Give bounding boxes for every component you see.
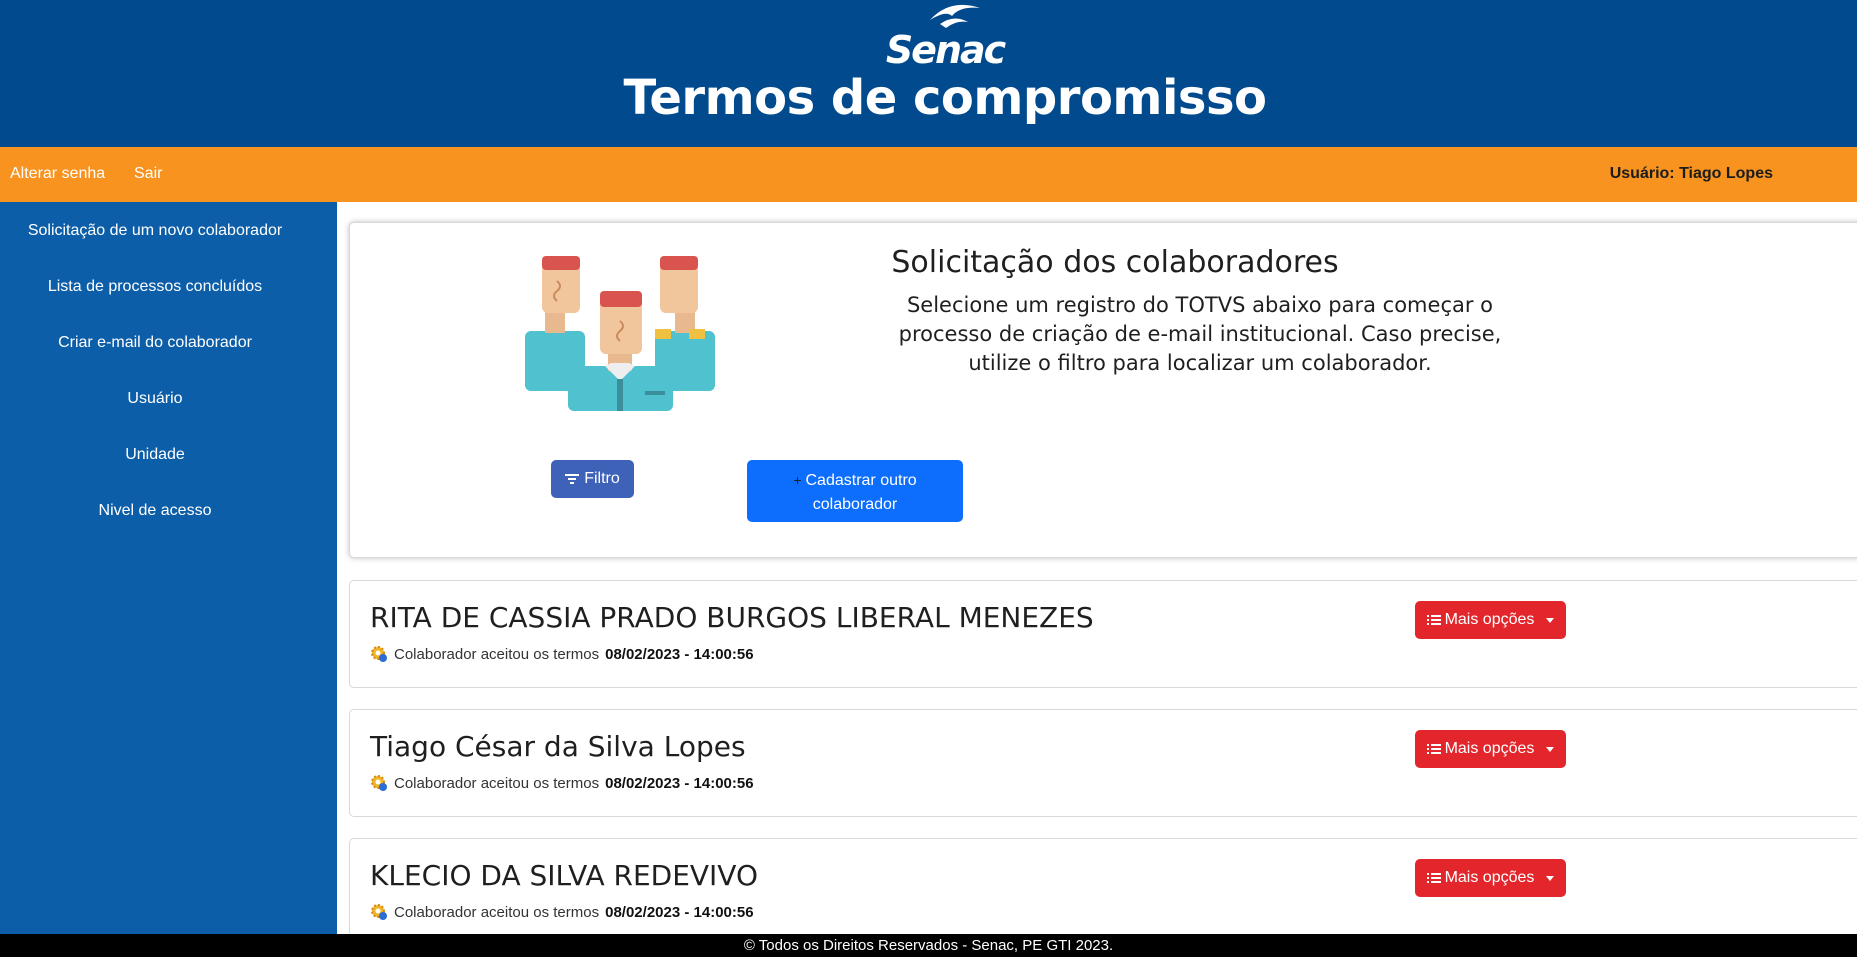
- more-options-button[interactable]: Mais opções: [1415, 601, 1566, 639]
- plus-icon: +: [793, 472, 802, 488]
- sidebar-item-new-collaborator[interactable]: Solicitação de um novo colaborador: [0, 222, 310, 240]
- caret-down-icon: [1546, 875, 1555, 881]
- record-card: KLECIO DA SILVA REDEVIVO Colaborador ace…: [349, 838, 1857, 946]
- sidebar-item-unit[interactable]: Unidade: [0, 446, 310, 464]
- record-status-text: Colaborador aceitou os termos: [394, 645, 600, 663]
- caret-down-icon: [1546, 617, 1555, 623]
- intro-card: Solicitação dos colaboradores Selecione …: [349, 222, 1857, 558]
- more-options-button[interactable]: Mais opções: [1415, 730, 1566, 768]
- record-card: RITA DE CASSIA PRADO BURGOS LIBERAL MENE…: [349, 580, 1857, 688]
- record-name: RITA DE CASSIA PRADO BURGOS LIBERAL MENE…: [370, 601, 1094, 634]
- change-password-link[interactable]: Alterar senha: [10, 165, 105, 183]
- more-options-label: Mais opções: [1444, 611, 1535, 628]
- sidebar-item-create-email[interactable]: Criar e-mail do colaborador: [0, 334, 310, 352]
- top-navbar: Alterar senha Sair Usuário: Tiago Lopes: [0, 147, 1857, 202]
- record-status: Colaborador aceitou os termos 08/02/2023…: [370, 645, 754, 663]
- sidebar-item-user[interactable]: Usuário: [0, 390, 310, 408]
- list-icon: [1426, 873, 1441, 883]
- add-collaborator-label: Cadastrar outro colaborador: [805, 472, 917, 513]
- record-datetime: 08/02/2023 - 14:00:56: [605, 903, 754, 921]
- record-datetime: 08/02/2023 - 14:00:56: [605, 645, 754, 663]
- sidebar: Solicitação de um novo colaborador Lista…: [0, 202, 337, 934]
- record-name: Tiago César da Silva Lopes: [370, 730, 746, 763]
- record-status-text: Colaborador aceitou os termos: [394, 903, 600, 921]
- filter-icon: [565, 474, 580, 484]
- record-card: Tiago César da Silva Lopes Colaborador a…: [349, 709, 1857, 817]
- list-icon: [1426, 744, 1441, 754]
- gear-check-icon: [371, 775, 387, 791]
- more-options-label: Mais opções: [1444, 869, 1535, 886]
- team-illustration-icon: [525, 256, 715, 411]
- site-header: Senac Termos de compromisso: [0, 0, 1857, 147]
- record-name: KLECIO DA SILVA REDEVIVO: [370, 859, 759, 892]
- intro-title: Solicitação dos colaboradores: [891, 245, 1339, 280]
- gear-check-icon: [371, 646, 387, 662]
- filter-button-label: Filtro: [584, 470, 620, 487]
- sidebar-item-access-level[interactable]: Nivel de acesso: [0, 502, 310, 520]
- record-status: Colaborador aceitou os termos 08/02/2023…: [370, 903, 754, 921]
- record-status: Colaborador aceitou os termos 08/02/2023…: [370, 774, 754, 792]
- filter-button[interactable]: Filtro: [551, 460, 634, 498]
- gear-check-icon: [371, 904, 387, 920]
- logout-link[interactable]: Sair: [134, 165, 162, 183]
- intro-description: Selecione um registro do TOTVS abaixo pa…: [898, 293, 1502, 375]
- current-user-label: Usuário: Tiago Lopes: [1609, 165, 1773, 182]
- record-status-text: Colaborador aceitou os termos: [394, 774, 600, 792]
- sidebar-item-completed-processes[interactable]: Lista de processos concluídos: [0, 278, 310, 296]
- more-options-label: Mais opções: [1444, 740, 1535, 757]
- add-collaborator-button[interactable]: + Cadastrar outro colaborador: [747, 460, 963, 522]
- page-title: Termos de compromisso: [623, 70, 1267, 126]
- senac-logo: Senac: [880, 0, 1010, 72]
- logo-text: Senac: [885, 28, 1006, 72]
- record-datetime: 08/02/2023 - 14:00:56: [605, 774, 754, 792]
- more-options-button[interactable]: Mais opções: [1415, 859, 1566, 897]
- caret-down-icon: [1546, 746, 1555, 752]
- footer: © Todos os Direitos Reservados - Senac, …: [0, 934, 1857, 957]
- list-icon: [1426, 615, 1441, 625]
